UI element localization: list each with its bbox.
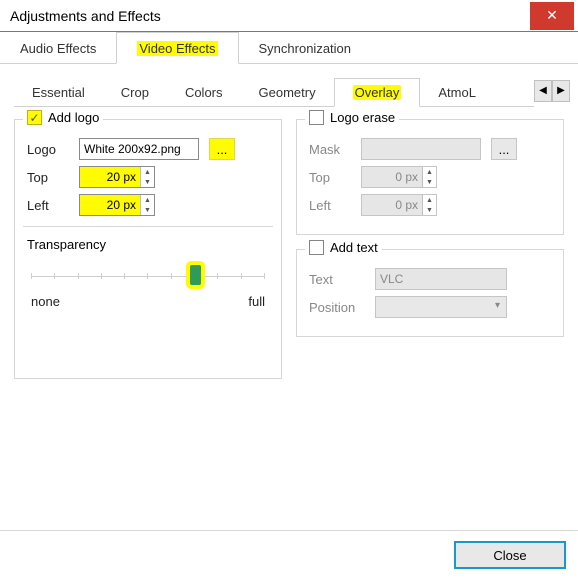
sub-tabs: Essential Crop Colors Geometry Overlay A… [14,78,534,107]
subtab-overlay[interactable]: Overlay [334,78,421,107]
transparency-label: Transparency [27,237,269,252]
logo-top-spinner[interactable]: ▲▼ [79,166,155,188]
transparency-slider[interactable] [31,276,265,284]
chevron-down-icon[interactable]: ▼ [141,205,154,215]
scroll-left-icon[interactable]: ◀ [534,80,552,102]
erase-top-input [362,167,422,187]
add-logo-title: Add logo [48,110,99,125]
mask-input [361,138,481,160]
mask-browse-button: ... [491,138,517,160]
logo-left-input[interactable] [80,195,140,215]
tab-video-effects[interactable]: Video Effects [116,32,238,64]
logo-top-label: Top [27,170,69,185]
erase-left-input [362,195,422,215]
erase-top-label: Top [309,170,351,185]
close-icon[interactable]: ✕ [530,2,574,30]
close-button[interactable]: Close [454,541,566,569]
subtab-colors[interactable]: Colors [167,79,241,106]
slider-min-label: none [31,294,60,309]
scroll-right-icon[interactable]: ▶ [552,80,570,102]
logo-left-spinner[interactable]: ▲▼ [79,194,155,216]
subtab-atmolight[interactable]: AtmoL [420,79,494,106]
slider-max-label: full [248,294,265,309]
logo-erase-checkbox[interactable] [309,110,324,125]
tab-synchronization[interactable]: Synchronization [239,33,372,63]
erase-top-spinner: ▲▼ [361,166,437,188]
slider-thumb[interactable] [190,265,201,285]
window-title: Adjustments and Effects [10,8,161,24]
add-text-checkbox[interactable] [309,240,324,255]
chevron-up-icon[interactable]: ▲ [141,167,154,177]
add-logo-checkbox[interactable] [27,110,42,125]
position-label: Position [309,300,365,315]
chevron-up-icon: ▲ [423,195,436,205]
subtab-geometry[interactable]: Geometry [241,79,334,106]
text-label: Text [309,272,365,287]
position-dropdown [375,296,507,318]
add-text-group: Add text Text Position [296,249,564,337]
logo-erase-group: Logo erase Mask ... Top ▲▼ Left ▲▼ [296,119,564,235]
chevron-up-icon: ▲ [423,167,436,177]
chevron-down-icon: ▼ [423,205,436,215]
logo-label: Logo [27,142,69,157]
logo-path-input[interactable] [79,138,199,160]
titlebar: Adjustments and Effects ✕ [0,0,578,32]
chevron-up-icon[interactable]: ▲ [141,195,154,205]
add-logo-group: Add logo Logo ... Top ▲▼ Left ▲▼ [14,119,282,379]
erase-left-spinner: ▲▼ [361,194,437,216]
logo-erase-title: Logo erase [330,110,395,125]
chevron-down-icon: ▼ [423,177,436,187]
subtab-crop[interactable]: Crop [103,79,167,106]
chevron-down-icon[interactable]: ▼ [141,177,154,187]
main-tabs: Audio Effects Video Effects Synchronizat… [0,32,578,64]
logo-browse-button[interactable]: ... [209,138,235,160]
logo-top-input[interactable] [80,167,140,187]
add-text-title: Add text [330,240,378,255]
logo-left-label: Left [27,198,69,213]
mask-label: Mask [309,142,351,157]
tab-audio-effects[interactable]: Audio Effects [0,33,116,63]
subtab-essential[interactable]: Essential [14,79,103,106]
erase-left-label: Left [309,198,351,213]
text-input [375,268,507,290]
